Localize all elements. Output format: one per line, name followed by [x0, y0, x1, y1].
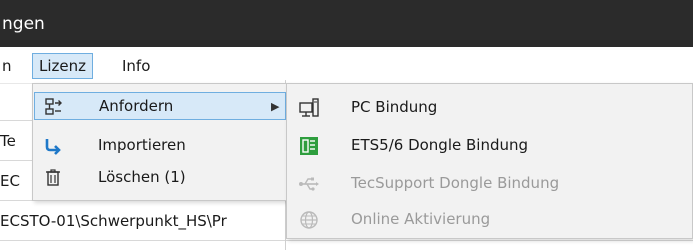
- menu-item-label: Löschen (1): [98, 168, 186, 186]
- globe-icon: [297, 208, 321, 232]
- row-divider: [0, 240, 693, 241]
- title-bar: ngen: [0, 0, 693, 47]
- menu-item-tecsupport-dongle-bindung[interactable]: TecSupport Dongle Bindung: [287, 166, 692, 202]
- trash-icon: [42, 167, 64, 189]
- submenu-arrow-icon: ▶: [271, 100, 280, 113]
- menu-item-label: ETS5/6 Dongle Bindung: [351, 136, 529, 154]
- menu-item-loeschen[interactable]: Löschen (1): [34, 164, 286, 192]
- list-item[interactable]: ECSTO-01\Schwerpunkt_HS\Pr: [0, 212, 286, 230]
- anfordern-submenu: PC Bindung ETS5/6 Dongle Bindung TecSupp…: [286, 83, 693, 239]
- menu-item-label: TecSupport Dongle Bindung: [351, 174, 560, 192]
- menu-item-lizenz[interactable]: Lizenz: [32, 53, 94, 79]
- menu-item-label: Anfordern: [99, 97, 174, 115]
- usb-icon: [297, 172, 321, 196]
- request-license-icon: [43, 96, 65, 118]
- window-title: ngen: [2, 14, 45, 34]
- import-arrow-icon: [42, 135, 64, 157]
- menu-item-importieren[interactable]: Importieren: [34, 132, 286, 160]
- menu-item-online-aktivierung[interactable]: Online Aktivierung: [287, 202, 692, 238]
- menu-item-anfordern[interactable]: Anfordern ▶: [34, 92, 286, 120]
- menu-item-ets-dongle-bindung[interactable]: ETS5/6 Dongle Bindung: [287, 128, 692, 164]
- menu-item-label: Online Aktivierung: [351, 210, 491, 228]
- menu-item-info[interactable]: Info: [116, 53, 156, 79]
- pc-icon: [297, 96, 321, 120]
- menu-item-label: Importieren: [98, 136, 186, 154]
- menu-item-label: PC Bindung: [351, 98, 438, 116]
- lizenz-dropdown-menu: Anfordern ▶ Importieren Löschen (1): [32, 83, 288, 201]
- menu-bar: n Lizenz Info: [0, 47, 693, 84]
- dongle-ets-icon: [297, 134, 321, 158]
- menu-item-pc-bindung[interactable]: PC Bindung: [287, 90, 692, 126]
- menu-item-partial[interactable]: n: [0, 53, 18, 79]
